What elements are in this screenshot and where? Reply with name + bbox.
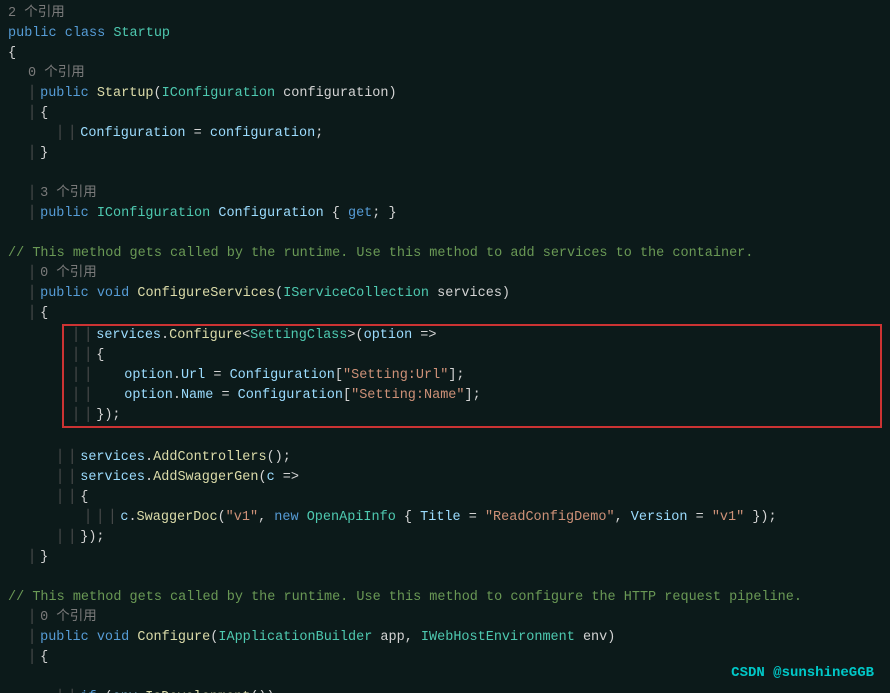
line-30: // This method gets called by the runtim… [0, 588, 890, 608]
line-15: │ public void ConfigureServices(IService… [0, 284, 890, 304]
line-5: │ public Startup(IConfiguration configur… [0, 84, 890, 104]
line-2: public class Startup [0, 24, 890, 44]
line-18: │ │ { [64, 346, 880, 366]
watermark: CSDN @sunshineGGB [731, 665, 874, 681]
line-16: │ { [0, 304, 890, 324]
line-empty2 [0, 224, 890, 244]
line-8: │ } [0, 144, 890, 164]
line-6: │ { [0, 104, 890, 124]
line-4: 0 个引用 [0, 64, 890, 84]
line-17: │ │ services.Configure<SettingClass>(opt… [64, 326, 880, 346]
line-3: { [0, 44, 890, 64]
code-container: 2 个引用 public class Startup { 0 个引用 │ pub… [0, 0, 890, 693]
line-32: │ public void Configure(IApplicationBuil… [0, 628, 890, 648]
line-19: │ │ option.Url = Configuration["Setting:… [64, 366, 880, 386]
line-28: │ } [0, 548, 890, 568]
line-31: │ 0 个引用 [0, 608, 890, 628]
line-11: │ public IConfiguration Configuration { … [0, 204, 890, 224]
line-empty3 [0, 428, 890, 448]
line-empty1 [0, 164, 890, 184]
line-35: │ │ if (env.IsDevelopment()) [0, 688, 890, 693]
line-10: │ 3 个引用 [0, 184, 890, 204]
line-7: │ │ Configuration = configuration; [0, 124, 890, 144]
line-25: │ │ { [0, 488, 890, 508]
line-1: 2 个引用 [0, 4, 890, 24]
line-empty4 [0, 568, 890, 588]
line-24: │ │ services.AddSwaggerGen(c => [0, 468, 890, 488]
line-14: │ 0 个引用 [0, 264, 890, 284]
line-13: // This method gets called by the runtim… [0, 244, 890, 264]
highlight-box: │ │ services.Configure<SettingClass>(opt… [62, 324, 882, 428]
line-20: │ │ option.Name = Configuration["Setting… [64, 386, 880, 406]
line-21: │ │ }); [64, 406, 880, 426]
line-23: │ │ services.AddControllers(); [0, 448, 890, 468]
line-27: │ │ }); [0, 528, 890, 548]
line-26: │ │ │ c.SwaggerDoc("v1", new OpenApiInfo… [0, 508, 890, 528]
